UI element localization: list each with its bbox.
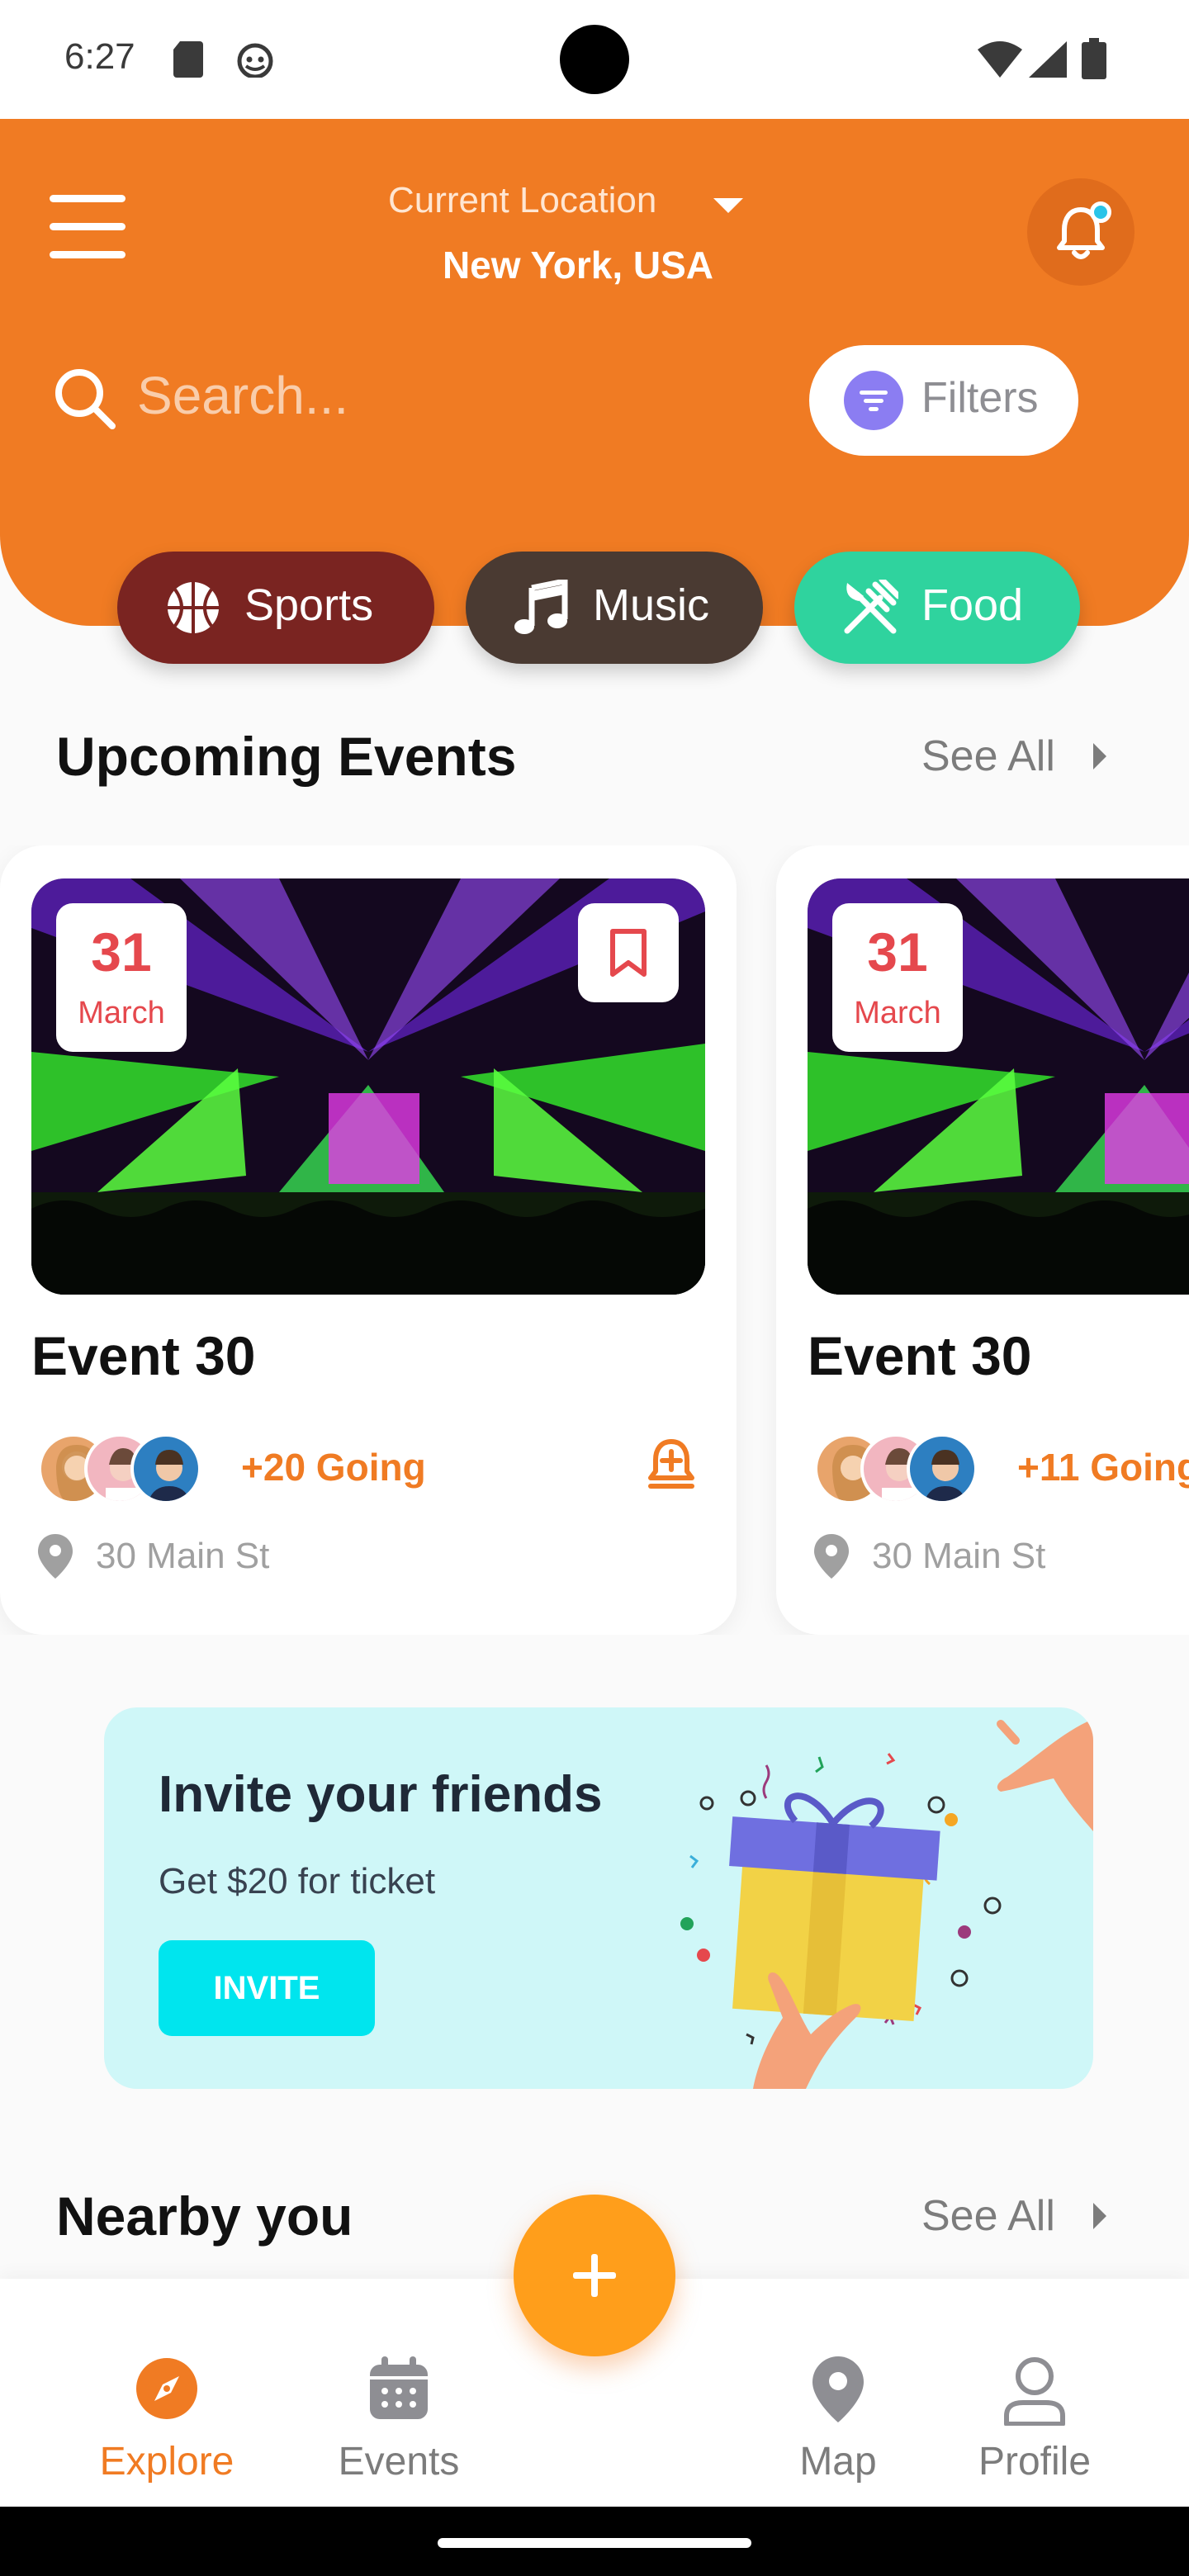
avatar [130, 1433, 201, 1504]
filters-label: Filters [921, 374, 1039, 422]
event-address: 30 Main St [872, 1536, 1046, 1576]
plus-icon-bar [591, 2254, 598, 2297]
event-card[interactable]: 31 March Event 30 +11 Going 30 Main St [776, 845, 1189, 1635]
add-event-button[interactable] [514, 2195, 675, 2356]
nav-label: Events [338, 2440, 460, 2484]
bookmark-icon [610, 929, 647, 977]
screen: 6:27 Current Location New York, USA Sear… [0, 0, 1189, 2576]
filters-icon [844, 371, 903, 430]
bookmark-button[interactable] [578, 903, 679, 1002]
nearby-see-all-link[interactable]: See All [921, 2191, 1055, 2241]
home-indicator[interactable] [438, 2538, 751, 2548]
filters-button[interactable]: Filters [809, 345, 1078, 456]
event-date-month: March [854, 996, 941, 1030]
gift-illustration [680, 1719, 1093, 2089]
fork-knife-icon [844, 580, 898, 634]
event-date-badge: 31 March [56, 903, 187, 1052]
calendar-icon [370, 2356, 428, 2419]
wifi-icon [978, 41, 1022, 78]
category-chip-food[interactable]: Food [794, 552, 1080, 664]
category-label: Food [921, 580, 1024, 630]
location-pin-icon [814, 1534, 849, 1579]
sd-card-icon [173, 41, 203, 78]
android-debug-icon [237, 43, 273, 78]
attendee-avatars[interactable] [814, 1433, 988, 1504]
going-count: +20 Going [241, 1446, 426, 1489]
header: Current Location New York, USA Filters [0, 119, 1189, 626]
menu-icon-line [50, 195, 126, 202]
attendee-avatars[interactable] [38, 1433, 211, 1504]
system-gesture-bar [0, 2507, 1189, 2576]
event-card[interactable]: 31 March Event 30 +20 Going 30 Main St [0, 845, 737, 1635]
category-label: Music [593, 580, 710, 630]
search-input[interactable] [137, 358, 765, 433]
nearby-title: Nearby you [56, 2185, 353, 2247]
category-chip-music[interactable]: Music [466, 552, 763, 664]
nav-explore[interactable]: Explore [66, 2332, 268, 2484]
status-bar: 6:27 [0, 0, 1189, 119]
event-date-day: 31 [867, 921, 928, 983]
nav-events[interactable]: Events [306, 2332, 492, 2484]
menu-button[interactable] [46, 195, 129, 261]
music-note-icon [514, 580, 568, 634]
event-title[interactable]: Event 30 [31, 1324, 255, 1387]
upcoming-events-carousel[interactable]: 31 March Event 30 +20 Going 30 Main St 3… [0, 845, 1189, 1635]
battery-icon [1082, 38, 1106, 79]
nav-profile[interactable]: Profile [950, 2332, 1120, 2484]
location-dropdown-icon[interactable] [713, 198, 743, 213]
basketball-icon [168, 582, 219, 633]
front-camera [560, 25, 629, 94]
compass-icon [136, 2358, 197, 2419]
category-chip-sports[interactable]: Sports [117, 552, 434, 664]
going-count: +11 Going [1017, 1446, 1189, 1489]
upcoming-events-title: Upcoming Events [56, 726, 517, 787]
event-image[interactable]: 31 March [31, 878, 705, 1295]
menu-icon-line [50, 223, 126, 230]
event-date-month: March [78, 996, 165, 1030]
location-pin-icon [38, 1534, 73, 1579]
location-value[interactable]: New York, USA [363, 243, 793, 287]
invite-banner[interactable]: Invite your friends Get $20 for ticket I… [104, 1707, 1093, 2089]
invite-title: Invite your friends [159, 1766, 603, 1823]
search-icon [55, 369, 116, 429]
add-reminder-icon[interactable] [644, 1437, 699, 1494]
map-pin-icon [812, 2356, 864, 2422]
caret-right-icon[interactable] [1093, 743, 1106, 769]
signal-icon [1029, 41, 1067, 78]
notifications-button[interactable] [1027, 178, 1135, 286]
category-label: Sports [244, 580, 374, 630]
event-title[interactable]: Event 30 [808, 1324, 1031, 1387]
event-date-badge: 31 March [832, 903, 963, 1052]
upcoming-see-all-link[interactable]: See All [921, 732, 1055, 781]
invite-subtitle: Get $20 for ticket [159, 1861, 436, 1901]
caret-right-icon[interactable] [1093, 2203, 1106, 2229]
notification-dot [1090, 201, 1111, 223]
nav-map[interactable]: Map [760, 2332, 917, 2484]
event-date-day: 31 [91, 921, 152, 983]
event-image[interactable]: 31 March [808, 878, 1189, 1295]
avatar [907, 1433, 978, 1504]
user-icon [1004, 2357, 1065, 2426]
nav-label: Explore [99, 2440, 234, 2484]
menu-icon-line [50, 251, 126, 258]
location-label[interactable]: Current Location [388, 180, 656, 221]
nav-label: Map [799, 2440, 877, 2484]
invite-button[interactable]: INVITE [159, 1940, 375, 2036]
event-address: 30 Main St [96, 1536, 270, 1576]
status-time: 6:27 [64, 36, 135, 77]
nav-label: Profile [978, 2440, 1092, 2484]
